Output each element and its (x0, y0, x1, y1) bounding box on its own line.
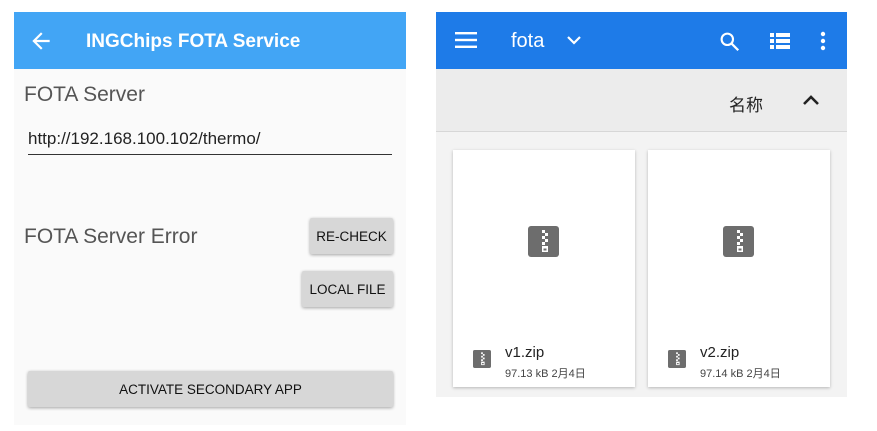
zip-file-icon (528, 226, 559, 257)
fota-service-screen: INGChips FOTA Service FOTA Server FOTA S… (14, 12, 406, 425)
local-file-button[interactable]: LOCAL FILE (302, 271, 393, 307)
file-picker-app-bar: fota (436, 12, 847, 69)
sort-by-name-label[interactable]: 名称 (729, 91, 763, 116)
recheck-button[interactable]: RE-CHECK (310, 218, 393, 254)
list-view-icon[interactable] (770, 33, 790, 49)
file-picker-screen: fota 名称 v1.zip 97.13 kB 2月4日 v2.zip 97.1… (436, 12, 847, 397)
chevron-down-icon[interactable] (566, 34, 582, 46)
file-card[interactable]: v2.zip 97.14 kB 2月4日 (648, 150, 830, 387)
sort-ascending-icon[interactable] (802, 94, 820, 106)
app-title: INGChips FOTA Service (86, 31, 301, 52)
menu-icon[interactable] (455, 31, 477, 49)
zip-file-icon (723, 226, 754, 257)
fota-server-label: FOTA Server (24, 83, 145, 106)
search-icon[interactable] (719, 31, 740, 52)
sort-bar: 名称 (436, 69, 847, 132)
more-vert-icon[interactable] (819, 31, 827, 51)
zip-file-icon (668, 350, 686, 368)
file-card[interactable]: v1.zip 97.13 kB 2月4日 (453, 150, 635, 387)
fota-server-input[interactable] (28, 126, 392, 155)
file-meta: 97.13 kB 2月4日 (505, 368, 586, 380)
file-name: v2.zip (700, 344, 740, 361)
back-arrow-icon[interactable] (28, 28, 54, 54)
file-name: v1.zip (505, 344, 545, 361)
app-bar: INGChips FOTA Service (14, 12, 406, 69)
activate-secondary-app-button[interactable]: ACTIVATE SECONDARY APP (28, 371, 393, 407)
zip-file-icon (473, 350, 491, 368)
folder-title[interactable]: fota (511, 30, 544, 53)
file-meta: 97.14 kB 2月4日 (700, 368, 781, 380)
fota-server-error-label: FOTA Server Error (24, 225, 198, 248)
